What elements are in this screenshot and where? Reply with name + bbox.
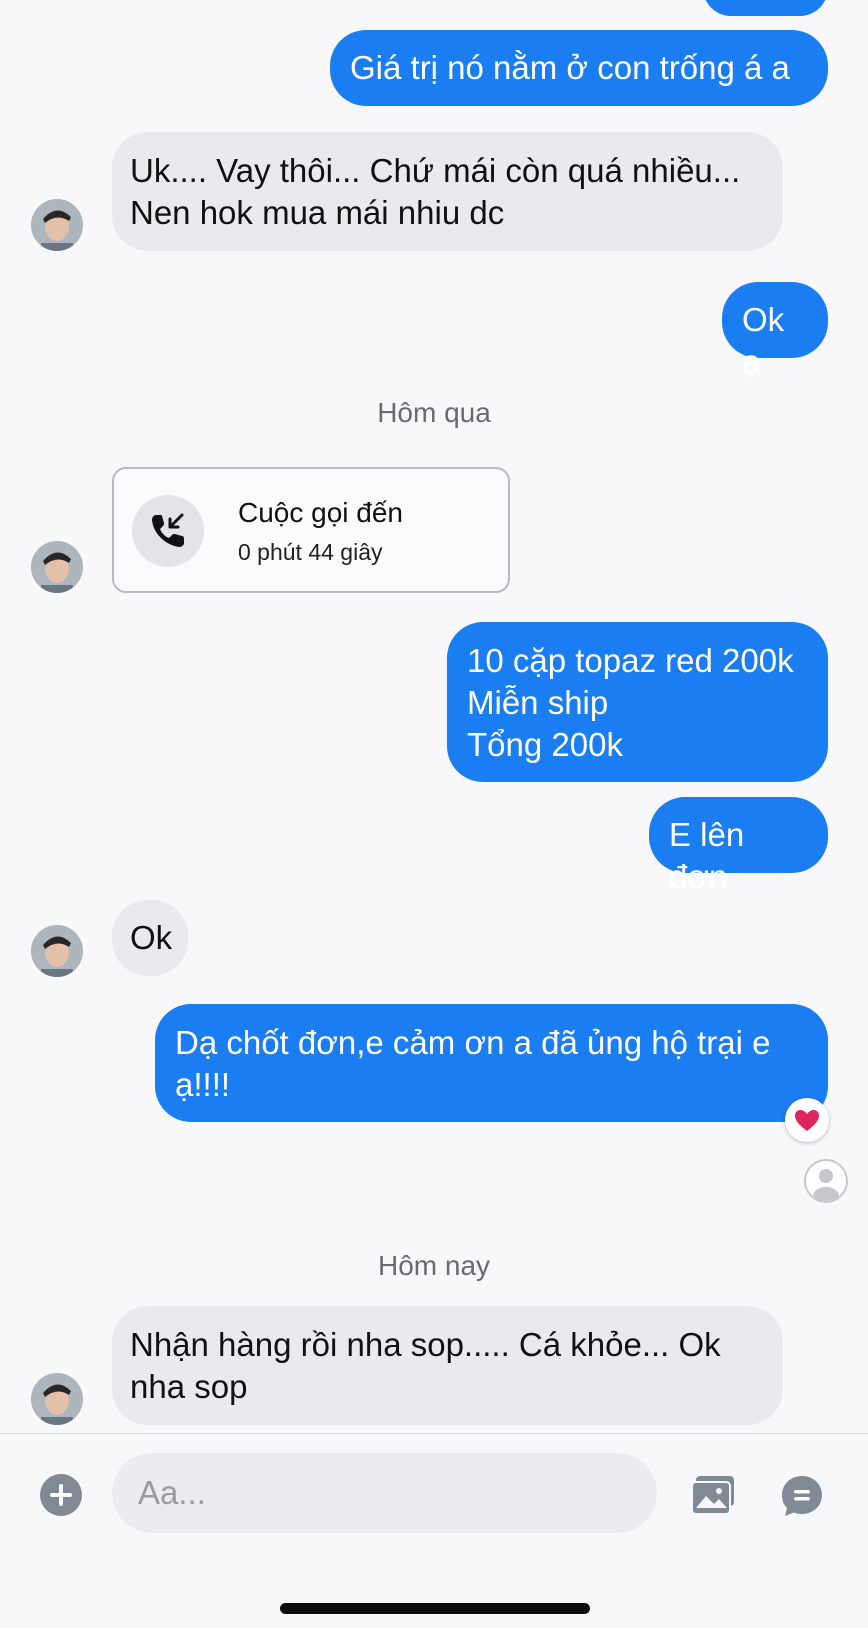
outgoing-message[interactable]: 10 cặp topaz red 200k Miễn ship Tổng 200…	[447, 622, 828, 782]
contact-avatar[interactable]	[31, 541, 83, 593]
composer-divider	[0, 1433, 868, 1434]
seen-avatar-icon	[804, 1159, 848, 1203]
contact-avatar[interactable]	[31, 925, 83, 977]
contact-avatar[interactable]	[31, 199, 83, 251]
outgoing-message[interactable]: Dạ chốt đơn,e cảm ơn a đã ủng hộ trại e …	[155, 1004, 828, 1122]
avatar-image	[31, 199, 83, 251]
heart-icon[interactable]	[785, 1098, 829, 1142]
message-input[interactable]: Aa...	[112, 1453, 657, 1533]
home-indicator[interactable]	[280, 1603, 590, 1614]
outgoing-message[interactable]: E lên đơn	[649, 797, 828, 895]
avatar-image	[31, 925, 83, 977]
call-title: Cuộc gọi đến	[238, 497, 404, 528]
outgoing-message[interactable]: Ok ạ	[722, 282, 828, 380]
previous-outgoing-bubble[interactable]	[703, 0, 828, 16]
incoming-message[interactable]: Uk.... Vay thôi... Chứ mái còn quá nhiều…	[112, 132, 783, 251]
contact-avatar[interactable]	[31, 1373, 83, 1425]
avatar-image	[31, 1373, 83, 1425]
incoming-call-icon	[132, 495, 204, 567]
incoming-message[interactable]: Ok	[112, 900, 188, 976]
plus-circle-icon[interactable]	[40, 1474, 82, 1516]
date-separator: Hôm nay	[377, 1250, 491, 1281]
outgoing-message[interactable]: Giá trị nó nằm ở con trống á a	[330, 30, 828, 106]
avatar-image	[31, 541, 83, 593]
call-log-card[interactable]: Cuộc gọi đến 0 phút 44 giây	[112, 467, 510, 593]
image-gallery-icon[interactable]	[690, 1474, 736, 1516]
call-duration: 0 phút 44 giây	[238, 539, 383, 565]
incoming-message[interactable]: Nhận hàng rồi nha sop..... Cá khỏe... Ok…	[112, 1306, 783, 1425]
chat-bubble-icon[interactable]	[780, 1474, 824, 1518]
date-separator: Hôm qua	[377, 397, 491, 428]
